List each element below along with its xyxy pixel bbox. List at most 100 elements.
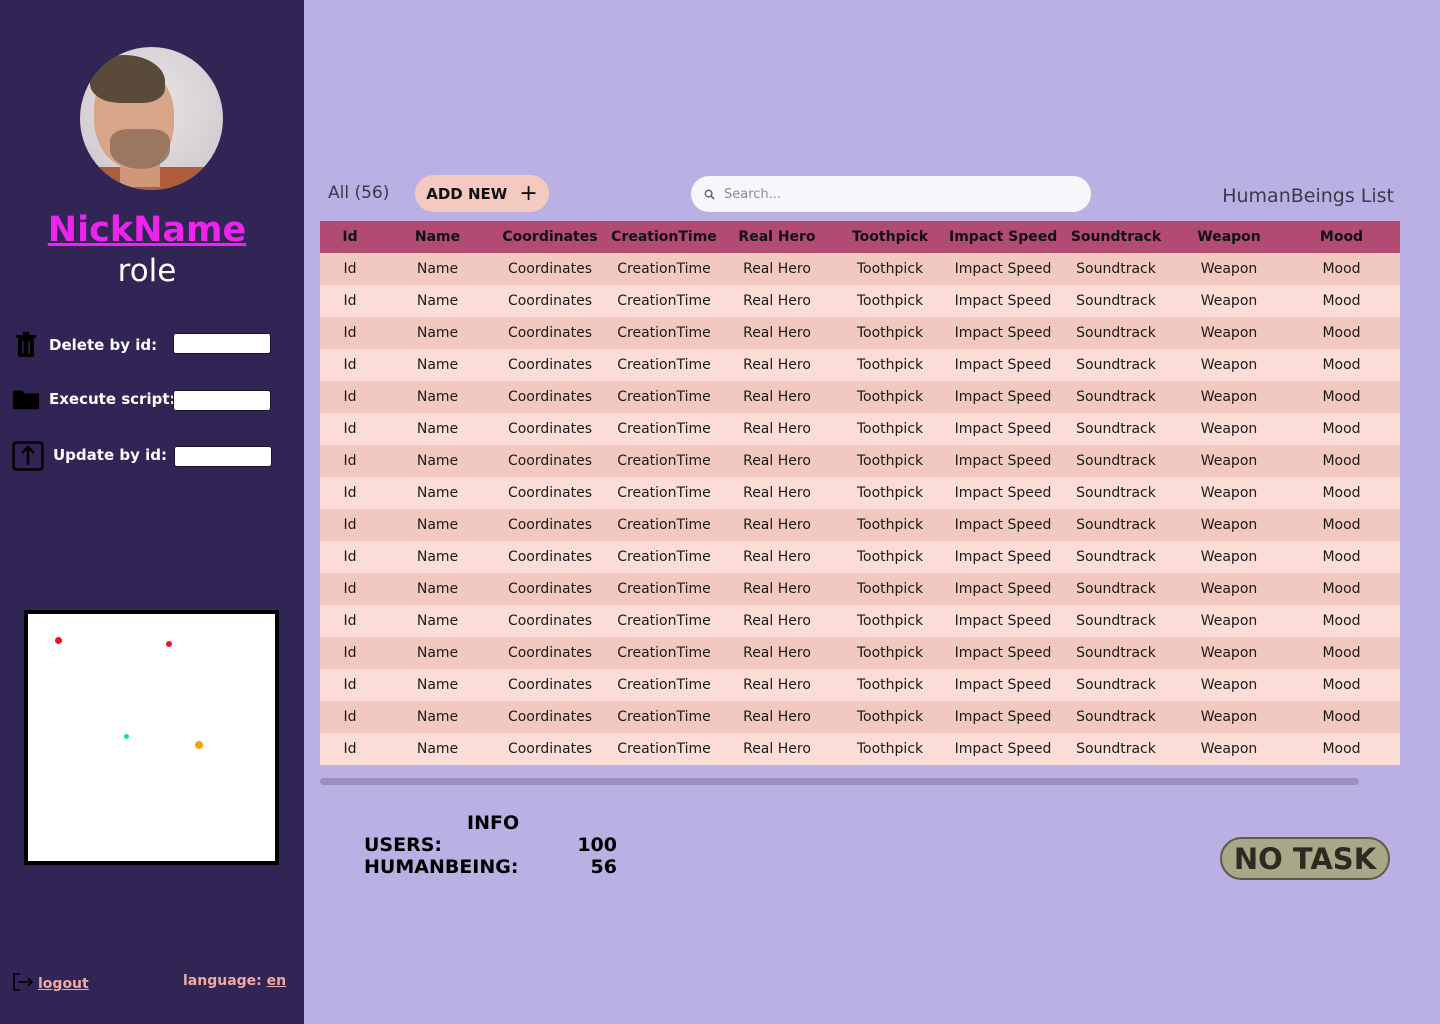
table-cell: Weapon xyxy=(1200,741,1258,757)
table-row[interactable]: Id Name Coordinates CreationTime Real Hero To… xyxy=(320,445,1400,477)
horizontal-scrollbar[interactable] xyxy=(320,778,1359,785)
trash-icon[interactable] xyxy=(12,330,40,360)
column-header[interactable]: Coordinates xyxy=(495,229,605,245)
language-label: language: xyxy=(183,973,262,989)
table-cell: Mood xyxy=(1322,741,1361,757)
table-row[interactable]: Id Name Coordinates CreationTime Real Hero To… xyxy=(320,253,1400,285)
table-cell: CreationTime xyxy=(617,261,711,277)
table-row[interactable]: Id Name Coordinates CreationTime Real Hero To… xyxy=(320,349,1400,381)
table-row[interactable]: Id Name Coordinates CreationTime Real Hero To… xyxy=(320,733,1400,765)
table-row[interactable]: Id Name Coordinates CreationTime Real Hero To… xyxy=(320,637,1400,669)
coordinates-map[interactable] xyxy=(24,610,279,865)
table-cell: Coordinates xyxy=(507,645,593,661)
table-cell: Id xyxy=(343,357,357,373)
table-cell: Real Hero xyxy=(743,549,811,565)
info-title: INFO xyxy=(467,812,520,834)
table-cell: Id xyxy=(343,709,357,725)
table-cell: Soundtrack xyxy=(1076,517,1156,533)
column-header[interactable]: Weapon xyxy=(1175,229,1283,245)
table-cell: Soundtrack xyxy=(1076,453,1156,469)
table-cell: Name xyxy=(416,645,459,661)
humanbeing-label: HUMANBEING: xyxy=(364,856,519,878)
table-cell: Name xyxy=(416,325,459,341)
table-cell: Mood xyxy=(1322,581,1361,597)
table-cell: Id xyxy=(343,261,357,277)
table-row[interactable]: Id Name Coordinates CreationTime Real Hero To… xyxy=(320,669,1400,701)
column-header[interactable]: Mood xyxy=(1283,229,1400,245)
table-cell: Real Hero xyxy=(743,261,811,277)
table-header: Id Name Coordinates CreationTime Real Hero To… xyxy=(320,221,1400,253)
logout-link[interactable]: logout xyxy=(12,972,89,996)
delete-by-id-input[interactable] xyxy=(173,333,271,354)
column-header[interactable]: CreationTime xyxy=(605,229,723,245)
language-value[interactable]: en xyxy=(267,973,286,989)
language-selector[interactable]: language: en xyxy=(183,973,286,989)
table-cell: CreationTime xyxy=(617,645,711,661)
nickname[interactable]: NickName xyxy=(0,210,294,250)
update-by-id-label: Update by id: xyxy=(53,446,167,464)
table-cell: Name xyxy=(416,421,459,437)
table-row[interactable]: Id Name Coordinates CreationTime Real Hero To… xyxy=(320,477,1400,509)
users-value: 100 xyxy=(577,834,617,856)
map-dot[interactable] xyxy=(55,637,62,644)
no-task-button[interactable]: NO TASK xyxy=(1220,837,1390,880)
map-dot[interactable] xyxy=(166,641,172,647)
table-cell: Coordinates xyxy=(507,357,593,373)
table-cell: Impact Speed xyxy=(954,741,1052,757)
table-row[interactable]: Id Name Coordinates CreationTime Real Hero To… xyxy=(320,317,1400,349)
table-cell: Name xyxy=(416,485,459,501)
table-cell: Name xyxy=(416,741,459,757)
table-cell: Impact Speed xyxy=(954,421,1052,437)
table-cell: CreationTime xyxy=(617,709,711,725)
add-new-label: ADD NEW xyxy=(426,184,508,203)
table-cell: Name xyxy=(416,517,459,533)
all-count[interactable]: All (56) xyxy=(328,183,389,203)
logout-label[interactable]: logout xyxy=(38,976,89,992)
column-header[interactable]: Real Hero xyxy=(723,229,831,245)
column-header[interactable]: Soundtrack xyxy=(1057,229,1175,245)
folder-icon[interactable] xyxy=(12,384,40,414)
table-cell: Id xyxy=(343,453,357,469)
column-header[interactable]: Toothpick xyxy=(831,229,949,245)
search-bar[interactable] xyxy=(691,176,1091,212)
table-cell: Mood xyxy=(1322,325,1361,341)
table-cell: CreationTime xyxy=(617,549,711,565)
map-dot[interactable] xyxy=(124,734,129,739)
column-header[interactable]: Id xyxy=(320,229,380,245)
table-row[interactable]: Id Name Coordinates CreationTime Real Hero To… xyxy=(320,285,1400,317)
table-cell: Mood xyxy=(1322,613,1361,629)
table-cell: Toothpick xyxy=(856,741,924,757)
table-cell: Real Hero xyxy=(743,293,811,309)
column-header[interactable]: Name xyxy=(380,229,495,245)
upload-icon[interactable] xyxy=(12,439,44,471)
table-cell: Real Hero xyxy=(743,645,811,661)
search-input[interactable] xyxy=(724,186,1074,202)
column-header[interactable]: Impact Speed xyxy=(949,229,1057,245)
map-dot[interactable] xyxy=(195,741,203,749)
table-cell: Soundtrack xyxy=(1076,261,1156,277)
table-row[interactable]: Id Name Coordinates CreationTime Real Hero To… xyxy=(320,413,1400,445)
table-cell: Weapon xyxy=(1200,421,1258,437)
table-row[interactable]: Id Name Coordinates CreationTime Real Hero To… xyxy=(320,605,1400,637)
avatar[interactable] xyxy=(80,47,223,190)
table-row[interactable]: Id Name Coordinates CreationTime Real Hero To… xyxy=(320,541,1400,573)
update-by-id-input[interactable] xyxy=(174,446,272,467)
table-cell: Name xyxy=(416,549,459,565)
table-row[interactable]: Id Name Coordinates CreationTime Real Hero To… xyxy=(320,701,1400,733)
execute-script-input[interactable] xyxy=(173,390,271,411)
table-row[interactable]: Id Name Coordinates CreationTime Real Hero To… xyxy=(320,509,1400,541)
table-cell: Name xyxy=(416,357,459,373)
table-row[interactable]: Id Name Coordinates CreationTime Real Hero To… xyxy=(320,381,1400,413)
table-cell: Id xyxy=(343,581,357,597)
table-cell: Real Hero xyxy=(743,357,811,373)
add-new-button[interactable]: ADD NEW + xyxy=(415,175,549,212)
table-cell: Soundtrack xyxy=(1076,645,1156,661)
table-cell: Soundtrack xyxy=(1076,485,1156,501)
table-cell: Weapon xyxy=(1200,261,1258,277)
table-cell: Mood xyxy=(1322,389,1361,405)
table-cell: CreationTime xyxy=(617,581,711,597)
table-cell: Impact Speed xyxy=(954,389,1052,405)
table-cell: Toothpick xyxy=(856,293,924,309)
table-row[interactable]: Id Name Coordinates CreationTime Real Hero To… xyxy=(320,573,1400,605)
table-cell: Toothpick xyxy=(856,549,924,565)
